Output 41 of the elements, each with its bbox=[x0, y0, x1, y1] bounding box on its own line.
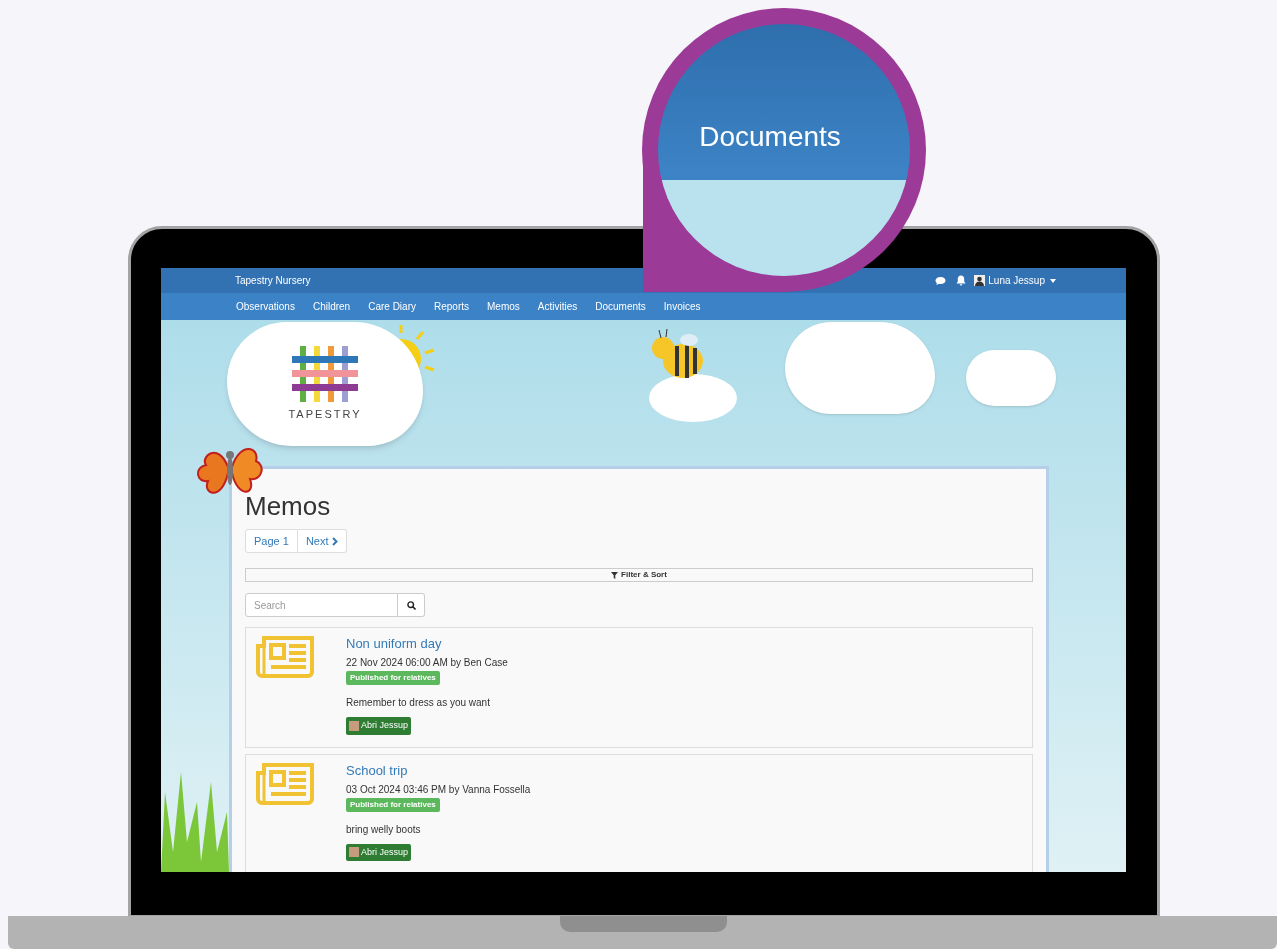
newspaper-icon bbox=[256, 636, 314, 678]
child-tag[interactable]: Abri Jessup bbox=[346, 843, 412, 861]
child-name: Abri Jessup bbox=[361, 845, 409, 859]
chevron-right-icon bbox=[331, 536, 338, 546]
nav-link[interactable]: Documents bbox=[589, 299, 652, 314]
user-icon bbox=[974, 275, 986, 286]
newspaper-icon bbox=[256, 762, 314, 805]
status-badge: Published for relatives bbox=[346, 797, 440, 812]
search-field[interactable]: Search bbox=[245, 593, 398, 617]
filter-icon bbox=[611, 571, 619, 579]
status-badge: Published for relatives bbox=[346, 671, 440, 685]
logo-text: TAPESTRY bbox=[288, 406, 362, 422]
search-button[interactable] bbox=[398, 593, 425, 617]
nav-link[interactable]: Observations bbox=[230, 299, 301, 314]
memo-body: bring welly boots bbox=[346, 822, 421, 837]
child-photo bbox=[349, 847, 359, 858]
nav-link[interactable]: Activities bbox=[531, 299, 584, 314]
next-button[interactable]: Next bbox=[297, 529, 347, 553]
user-menu[interactable]: Luna Jessup bbox=[974, 273, 1056, 288]
child-name: Abri Jessup bbox=[361, 719, 409, 732]
page-button[interactable]: Page 1 bbox=[245, 529, 298, 553]
nav-link[interactable]: Children bbox=[306, 299, 357, 314]
logo-icon bbox=[292, 345, 358, 402]
child-photo bbox=[349, 720, 359, 731]
nav-link[interactable]: Reports bbox=[427, 299, 475, 314]
caret-icon bbox=[1050, 278, 1056, 283]
filter-sort-button[interactable]: Filter & Sort bbox=[245, 568, 1033, 582]
page-title: Memos bbox=[245, 491, 332, 521]
search-icon bbox=[406, 600, 416, 610]
memo-title-link[interactable]: Non uniform day bbox=[346, 636, 442, 652]
memo-body: Remember to dress as you want bbox=[346, 696, 490, 710]
memo-meta: 03 Oct 2024 03:46 PM by Vanna Fossella bbox=[346, 782, 531, 797]
nav-link[interactable]: Invoices bbox=[657, 299, 707, 314]
memo-meta: 22 Nov 2024 06:00 AM by Ben Case bbox=[346, 656, 508, 670]
site-name[interactable]: Tapestry Nursery bbox=[235, 273, 311, 288]
nav-link[interactable]: Memos bbox=[481, 299, 526, 314]
chat-icon[interactable] bbox=[935, 275, 947, 286]
bell-icon[interactable] bbox=[956, 275, 967, 286]
memo-title-link[interactable]: School trip bbox=[346, 762, 408, 779]
child-tag[interactable]: Abri Jessup bbox=[346, 717, 412, 735]
nav-link[interactable]: Care Diary bbox=[362, 299, 422, 314]
